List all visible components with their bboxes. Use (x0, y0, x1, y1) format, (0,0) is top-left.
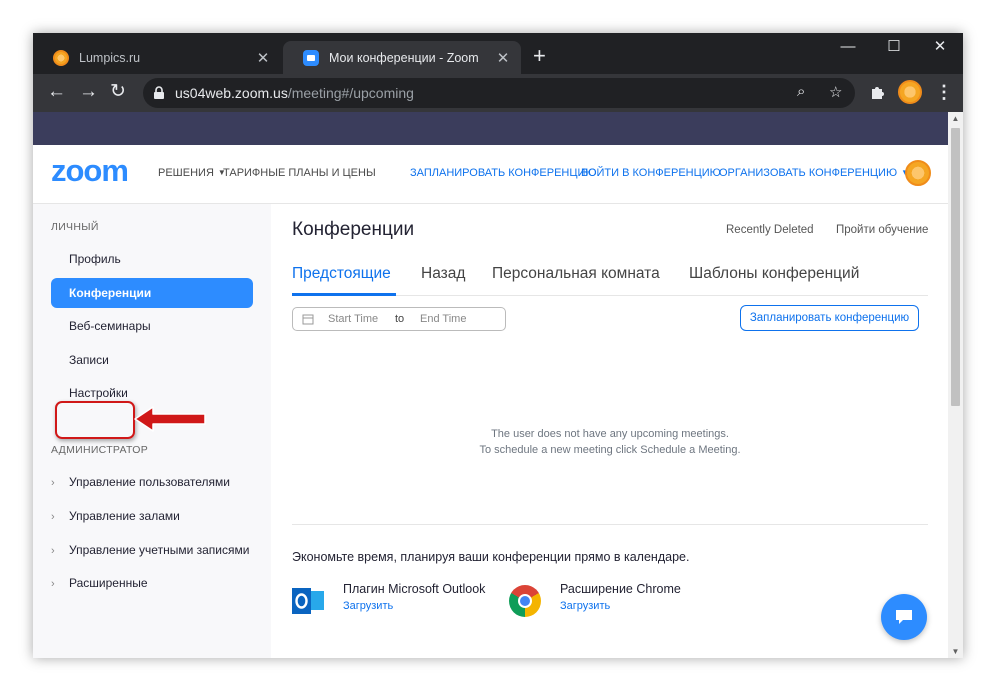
browser-toolbar: ← → ↻ us04web.zoom.us/meeting#/upcoming … (33, 74, 963, 112)
admin-section-title: АДМИНИСТРАТОР (51, 444, 149, 456)
address-bar[interactable]: us04web.zoom.us/meeting#/upcoming ⌕ ☆ (143, 78, 855, 108)
chevron-right-icon: › (51, 477, 55, 489)
personal-section-title: ЛИЧНЫЙ (51, 221, 99, 233)
chat-support-button[interactable] (881, 594, 927, 640)
chat-icon (896, 610, 912, 624)
chevron-right-icon: › (51, 578, 55, 590)
sidebar-item-profile[interactable]: Профиль (51, 244, 253, 274)
zoom-web-page: zoom РЕШЕНИЯ ▼ ТАРИФНЫЕ ПЛАНЫ И ЦЕНЫ ЗАПЛ… (33, 112, 948, 658)
zoom-favicon-icon (303, 49, 319, 66)
tab-meeting-templates[interactable]: Шаблоны конференций (689, 265, 859, 283)
nav-plans[interactable]: ТАРИФНЫЕ ПЛАНЫ И ЦЕНЫ (223, 167, 376, 179)
scroll-down-icon[interactable]: ▼ (948, 647, 963, 656)
extensions-icon[interactable] (869, 83, 887, 101)
empty-state-line: To schedule a new meeting click Schedule… (479, 444, 741, 456)
sidebar-item-user-management[interactable]: › Управление пользователями (51, 475, 230, 489)
nav-host[interactable]: ОРГАНИЗОВАТЬ КОНФЕРЕНЦИЮ▼ (719, 167, 909, 179)
red-arrow-icon (134, 406, 206, 432)
empty-state-message: The user does not have any upcoming meet… (292, 426, 928, 458)
calendar-icon (302, 314, 314, 325)
outlook-icon (292, 588, 324, 614)
forward-icon[interactable]: → (79, 82, 98, 102)
new-tab-icon[interactable]: + (533, 45, 546, 67)
close-tab-icon[interactable]: ✕ (255, 49, 271, 67)
outlook-download-link[interactable]: Загрузить (343, 600, 393, 612)
chrome-icon (509, 585, 541, 617)
scroll-up-icon[interactable]: ▲ (948, 114, 963, 123)
start-time-input[interactable]: Start Time (328, 313, 378, 325)
reload-icon[interactable]: ↻ (110, 82, 126, 102)
chrome-download-link[interactable]: Загрузить (560, 600, 610, 612)
section-divider (292, 524, 928, 525)
tab-previous[interactable]: Назад (421, 265, 465, 283)
user-avatar[interactable] (905, 160, 931, 186)
page-title: Конференции (292, 219, 415, 240)
page-scrollbar[interactable]: ▲ ▼ (948, 112, 963, 658)
date-range-separator: to (395, 313, 405, 325)
chevron-right-icon: › (51, 545, 55, 557)
profile-avatar[interactable] (898, 80, 922, 104)
empty-state-line: The user does not have any upcoming meet… (491, 428, 729, 440)
sidebar-item-room-management[interactable]: › Управление залами (51, 509, 180, 523)
date-range-picker[interactable]: Start Time to End Time (292, 307, 506, 331)
end-time-input[interactable]: End Time (420, 313, 466, 325)
browser-window: Lumpics.ru ✕ Мои конференции - Zoom ✕ + … (33, 33, 963, 658)
minimize-icon[interactable]: — (825, 37, 871, 57)
chrome-extension-name: Расширение Chrome (560, 582, 681, 596)
tab-personal-room[interactable]: Персональная комната (492, 265, 660, 283)
settings-highlight-box (55, 401, 135, 439)
zoom-logo[interactable]: zoom (51, 153, 129, 189)
menu-icon[interactable]: ⋮ (935, 83, 953, 101)
calendar-promo-text: Экономьте время, планируя ваши конференц… (292, 550, 690, 564)
active-tab-underline (292, 293, 396, 296)
tab-strip: Lumpics.ru ✕ Мои конференции - Zoom ✕ + … (33, 33, 963, 74)
tab-title: Lumpics.ru (79, 50, 141, 65)
recently-deleted-link[interactable]: Recently Deleted (726, 224, 814, 236)
back-icon[interactable]: ← (47, 82, 66, 102)
zoom-icon[interactable]: ⌕ (797, 83, 805, 100)
nav-join[interactable]: ВОЙТИ В КОНФЕРЕНЦИЮ (581, 167, 721, 179)
schedule-meeting-button[interactable]: Запланировать конференцию (740, 305, 919, 331)
tab-upcoming[interactable]: Предстоящие (292, 265, 391, 283)
meeting-tabs: Предстоящие Назад Персональная комната Ш… (292, 260, 928, 296)
scrollbar-thumb[interactable] (951, 128, 960, 406)
star-icon[interactable]: ☆ (829, 83, 842, 101)
close-tab-icon[interactable]: ✕ (495, 49, 511, 67)
tab-lumpics[interactable]: Lumpics.ru ✕ (33, 41, 281, 74)
nav-schedule[interactable]: ЗАПЛАНИРОВАТЬ КОНФЕРЕНЦИЮ (410, 167, 597, 179)
site-header: zoom РЕШЕНИЯ ▼ ТАРИФНЫЕ ПЛАНЫ И ЦЕНЫ ЗАПЛ… (33, 145, 948, 204)
sidebar-item-advanced[interactable]: › Расширенные (51, 576, 148, 590)
top-banner (33, 112, 948, 145)
lock-icon[interactable] (152, 86, 166, 100)
tab-zoom-meetings[interactable]: Мои конференции - Zoom ✕ (283, 41, 521, 74)
close-window-icon[interactable]: ✕ (917, 37, 963, 57)
nav-solutions[interactable]: РЕШЕНИЯ ▼ (158, 167, 226, 179)
url-text: us04web.zoom.us/meeting#/upcoming (175, 85, 414, 101)
chevron-right-icon: › (51, 511, 55, 523)
sidebar-item-account-management[interactable]: › Управление учетными записями (51, 543, 249, 557)
maximize-icon[interactable]: ☐ (871, 37, 917, 57)
training-link[interactable]: Пройти обучение (836, 224, 928, 236)
sidebar-item-webinars[interactable]: Веб-семинары (51, 311, 253, 341)
sidebar-item-meetings[interactable]: Конференции (51, 278, 253, 308)
outlook-plugin-name: Плагин Microsoft Outlook (343, 582, 486, 596)
sidebar-item-recordings[interactable]: Записи (51, 345, 253, 375)
tab-title: Мои конференции - Zoom (329, 50, 479, 65)
lumpics-favicon-icon (53, 49, 69, 66)
